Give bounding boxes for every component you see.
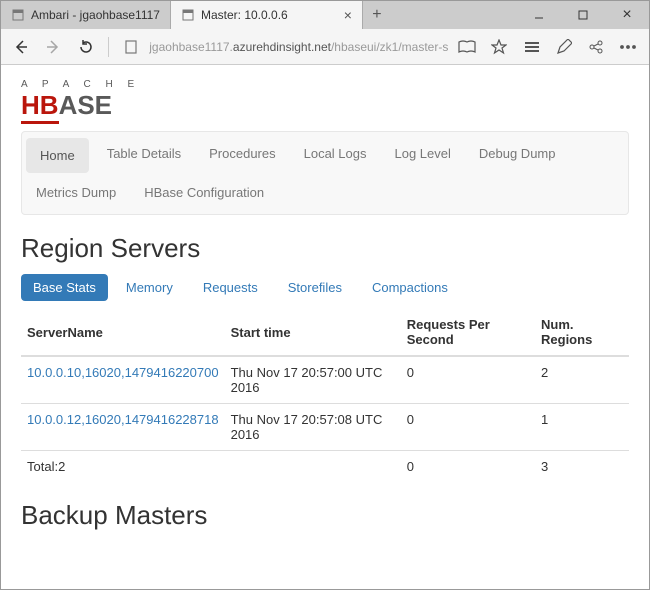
cell-regions: 2 [535, 356, 629, 404]
url-domain: azurehdinsight.net [233, 40, 331, 54]
section-backup-masters-title: Backup Masters [21, 500, 629, 531]
close-tab-icon[interactable]: × [344, 8, 352, 22]
server-link[interactable]: 10.0.0.10,16020,1479416220700 [27, 365, 219, 380]
logo-word1: HB [21, 90, 59, 124]
browser-tab-1[interactable]: Master: 10.0.0.6 × [171, 1, 363, 29]
total-label: Total:2 [21, 451, 225, 483]
window-maximize-button[interactable] [561, 1, 605, 29]
nav-item-home[interactable]: Home [26, 138, 89, 173]
url-suffix: /hbaseui/zk1/master-s [331, 40, 448, 54]
window-titlebar: Ambari - jgaohbase1117 Master: 10.0.0.6 … [1, 1, 649, 29]
logo-apache: A P A C H E [21, 79, 629, 90]
region-servers-table: ServerNameStart timeRequests Per SecondN… [21, 309, 629, 482]
table-row: 10.0.0.10,16020,1479416220700 Thu Nov 17 … [21, 356, 629, 404]
hbase-logo: A P A C H E HBASE [21, 79, 629, 121]
tab-requests[interactable]: Requests [191, 274, 270, 301]
hub-button[interactable] [517, 32, 547, 62]
cell-rps: 0 [401, 404, 535, 451]
region-servers-tabs: Base StatsMemoryRequestsStorefilesCompac… [21, 274, 629, 301]
forward-button[interactable] [39, 32, 67, 62]
refresh-button[interactable] [72, 32, 100, 62]
main-nav: HomeTable DetailsProceduresLocal LogsLog… [21, 131, 629, 215]
site-info-button[interactable] [117, 32, 145, 62]
window-close-button[interactable]: × [605, 1, 649, 29]
favorite-button[interactable] [485, 32, 513, 62]
nav-item-metrics-dump[interactable]: Metrics Dump [22, 175, 130, 210]
cell-rps: 0 [401, 356, 535, 404]
nav-item-table-details[interactable]: Table Details [93, 136, 195, 175]
page-icon [11, 8, 25, 22]
logo-word2: ASE [59, 90, 112, 120]
reading-view-button[interactable] [452, 32, 480, 62]
column-header: Num. Regions [535, 309, 629, 356]
notes-button[interactable] [549, 32, 579, 62]
table-row: 10.0.0.12,16020,1479416228718 Thu Nov 17 … [21, 404, 629, 451]
nav-item-debug-dump[interactable]: Debug Dump [465, 136, 570, 175]
section-region-servers-title: Region Servers [21, 233, 629, 264]
url-prefix: jgaohbase1117. [149, 40, 233, 54]
nav-item-log-level[interactable]: Log Level [381, 136, 465, 175]
back-button[interactable] [7, 32, 35, 62]
total-cell: 0 [401, 451, 535, 483]
browser-toolbar: jgaohbase1117.azurehdinsight.net/hbaseui… [1, 29, 649, 65]
toolbar-separator [108, 37, 109, 57]
browser-tab-title: Master: 10.0.0.6 [201, 8, 288, 22]
nav-item-hbase-configuration[interactable]: HBase Configuration [130, 175, 278, 210]
server-link[interactable]: 10.0.0.12,16020,1479416228718 [27, 412, 219, 427]
nav-item-local-logs[interactable]: Local Logs [290, 136, 381, 175]
nav-item-procedures[interactable]: Procedures [195, 136, 289, 175]
page-content: A P A C H E HBASE HomeTable DetailsProce… [1, 65, 649, 591]
column-header: ServerName [21, 309, 225, 356]
tab-memory[interactable]: Memory [114, 274, 185, 301]
cell-start-time: Thu Nov 17 20:57:00 UTC 2016 [225, 356, 401, 404]
new-tab-button[interactable]: + [363, 1, 391, 29]
tab-storefiles[interactable]: Storefiles [276, 274, 354, 301]
tab-compactions[interactable]: Compactions [360, 274, 460, 301]
column-header: Start time [225, 309, 401, 356]
tab-base-stats[interactable]: Base Stats [21, 274, 108, 301]
share-button[interactable] [581, 32, 611, 62]
total-cell [225, 451, 401, 483]
page-icon [181, 8, 195, 22]
column-header: Requests Per Second [401, 309, 535, 356]
browser-tab-0[interactable]: Ambari - jgaohbase1117 [1, 1, 171, 29]
browser-tab-title: Ambari - jgaohbase1117 [31, 8, 160, 22]
total-cell: 3 [535, 451, 629, 483]
window-minimize-button[interactable] [517, 1, 561, 29]
address-bar[interactable]: jgaohbase1117.azurehdinsight.net/hbaseui… [149, 40, 448, 54]
cell-regions: 1 [535, 404, 629, 451]
cell-start-time: Thu Nov 17 20:57:08 UTC 2016 [225, 404, 401, 451]
more-button[interactable] [613, 32, 643, 62]
